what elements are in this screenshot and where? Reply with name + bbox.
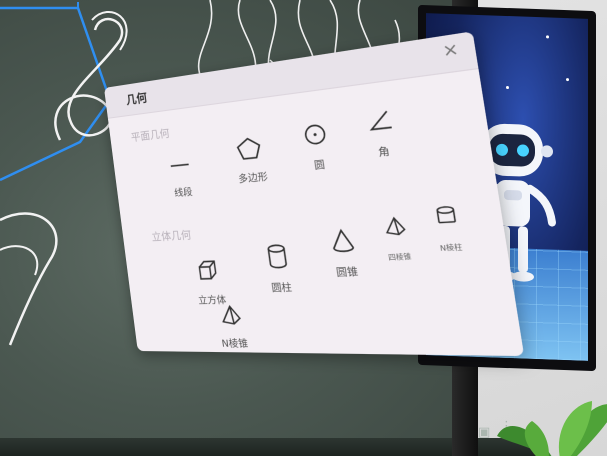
- tool-label: 四棱锥: [387, 253, 413, 263]
- tool-label: N棱柱: [439, 243, 464, 254]
- angle-icon: [364, 106, 395, 135]
- tool-label: 角: [377, 146, 391, 160]
- tool-label: 圆锥: [335, 267, 360, 280]
- tool-polygon[interactable]: 多边形: [217, 133, 284, 188]
- tool-n-pyramid[interactable]: N棱锥: [200, 304, 266, 352]
- tool-label: 圆: [313, 160, 326, 173]
- square-pyramid-icon: [382, 215, 408, 238]
- tool-cube[interactable]: 立方体: [178, 256, 243, 308]
- polygon-icon: [234, 135, 263, 162]
- cylinder-icon: [263, 242, 291, 270]
- tool-label: 圆柱: [270, 282, 293, 295]
- circle-icon: [301, 121, 330, 149]
- tool-label: N棱锥: [221, 339, 249, 351]
- photo-scene: ▣ ⋮ 几何 × 平面几何 线段 多边形 圆 角 立体几何 立方体 圆柱 圆锥 …: [0, 0, 607, 456]
- section-label-plane-geometry: 平面几何: [130, 128, 171, 145]
- n-prism-icon: [434, 204, 459, 227]
- tool-label: 多边形: [237, 172, 269, 186]
- section-label-solid-geometry: 立体几何: [151, 230, 192, 244]
- cone-icon: [328, 227, 358, 254]
- tool-angle[interactable]: 角: [343, 103, 421, 163]
- line-segment-icon: [166, 154, 193, 177]
- tool-circle[interactable]: 圆: [281, 118, 354, 176]
- n-pyramid-icon: [218, 304, 244, 326]
- tool-label: 线段: [173, 187, 194, 200]
- panel-title: 几何: [125, 90, 148, 107]
- tool-cylinder[interactable]: 圆柱: [245, 241, 315, 296]
- board-toolbar-icon[interactable]: ▣: [478, 426, 490, 439]
- tool-line-segment[interactable]: 线段: [151, 152, 213, 202]
- geometry-panel: 几何 × 平面几何 线段 多边形 圆 角 立体几何 立方体 圆柱 圆锥 四棱锥 …: [104, 31, 525, 357]
- tool-n-prism[interactable]: N棱柱: [408, 203, 491, 257]
- cube-icon: [194, 257, 222, 284]
- close-icon[interactable]: ×: [441, 40, 460, 62]
